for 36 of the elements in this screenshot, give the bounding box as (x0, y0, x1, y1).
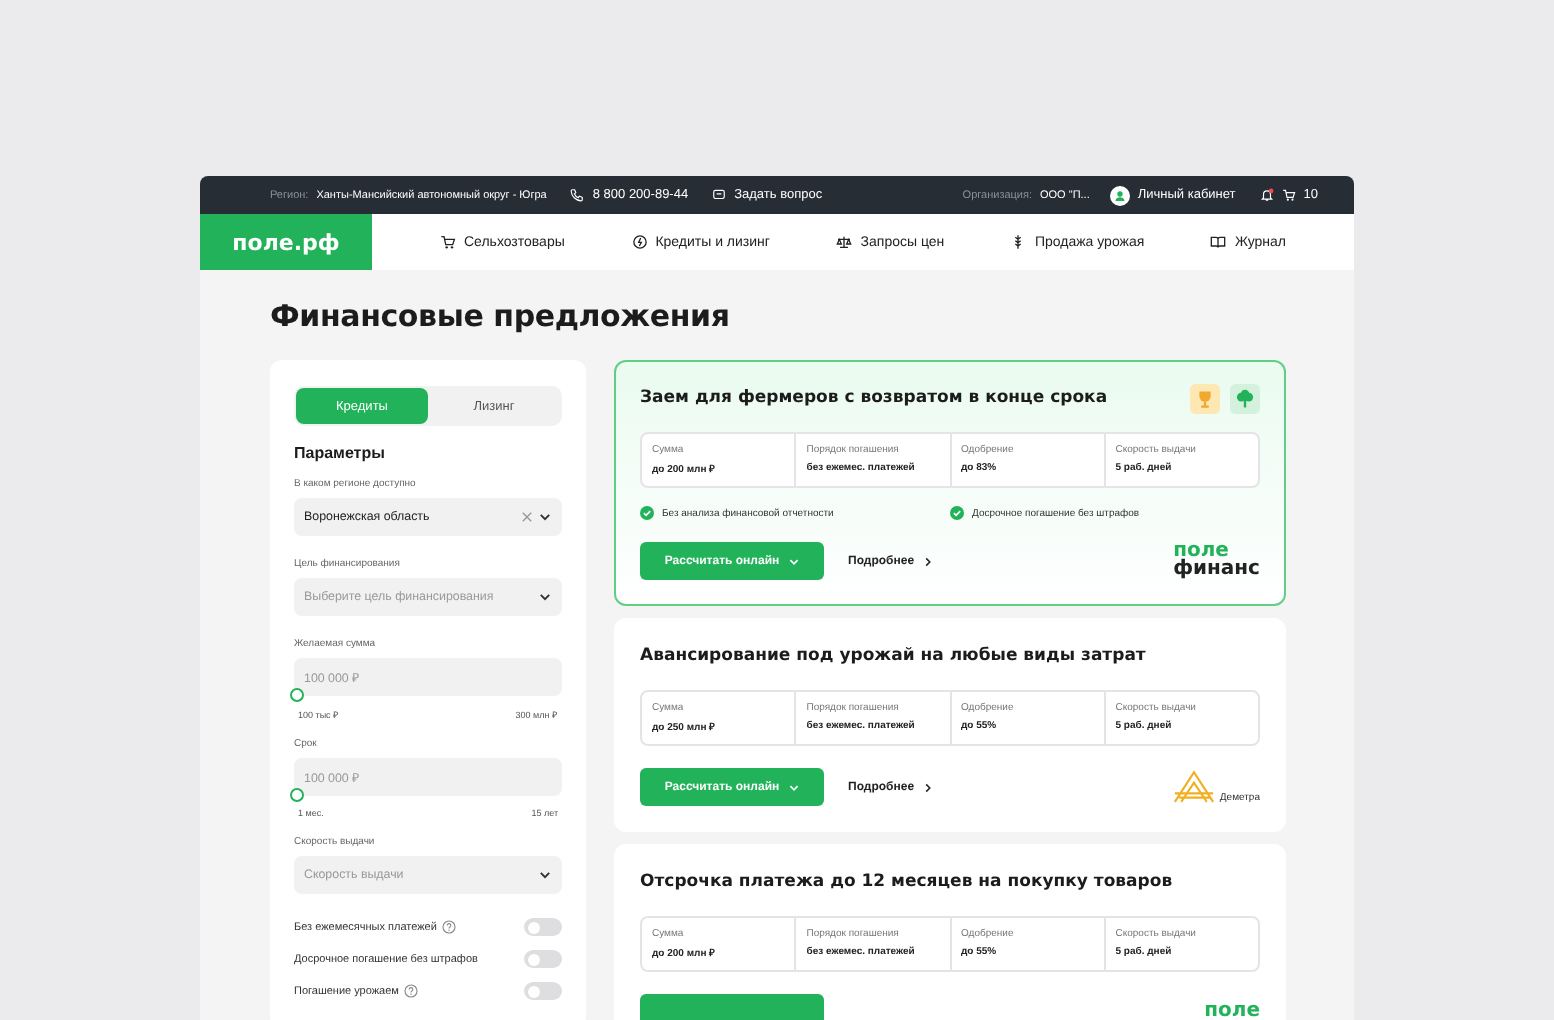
wheat-icon (1010, 234, 1027, 250)
slider-thumb[interactable] (290, 788, 304, 802)
toggle-switch[interactable] (524, 918, 562, 936)
help-icon[interactable] (404, 984, 419, 998)
toggle-switch[interactable] (524, 950, 562, 968)
chevron-right-icon (922, 555, 935, 567)
lender-logo: поле (1204, 1004, 1260, 1020)
page-title: Финансовые предложения (270, 298, 732, 334)
offer-title: Отсрочка платежа до 12 месяцев на покупку товаров (640, 872, 1173, 892)
bell-icon[interactable] (1259, 188, 1274, 202)
check-icon (640, 506, 654, 520)
chevron-down-icon (787, 781, 800, 793)
book-icon (1210, 234, 1227, 250)
offer-title: Заем для фермеров с возвратом в конце срока (640, 388, 1108, 408)
plant-badge-icon (1230, 384, 1260, 414)
slider-thumb[interactable] (290, 688, 304, 702)
avatar-icon (1109, 185, 1130, 205)
clear-icon[interactable] (520, 510, 534, 524)
chevron-down-icon (787, 555, 800, 567)
coin-icon (631, 234, 648, 250)
trophy-badge-icon (1190, 384, 1220, 414)
chat-icon (712, 188, 727, 202)
offer-title: Авансирование под урожай на любые виды затрат (640, 646, 1146, 666)
section-heading: Параметры (294, 444, 387, 462)
toggle-switch[interactable] (524, 982, 562, 1000)
chevron-down-icon (538, 510, 552, 524)
cart-icon[interactable] (1281, 188, 1296, 202)
check-icon (950, 506, 964, 520)
chevron-down-icon (538, 868, 552, 882)
phone-icon (570, 188, 585, 202)
lender-logo: поле финанс (1173, 544, 1260, 578)
scales-icon (836, 234, 853, 250)
cart-icon (440, 234, 456, 250)
help-icon[interactable] (442, 920, 457, 934)
chevron-right-icon (922, 781, 935, 793)
chevron-down-icon (538, 590, 552, 604)
